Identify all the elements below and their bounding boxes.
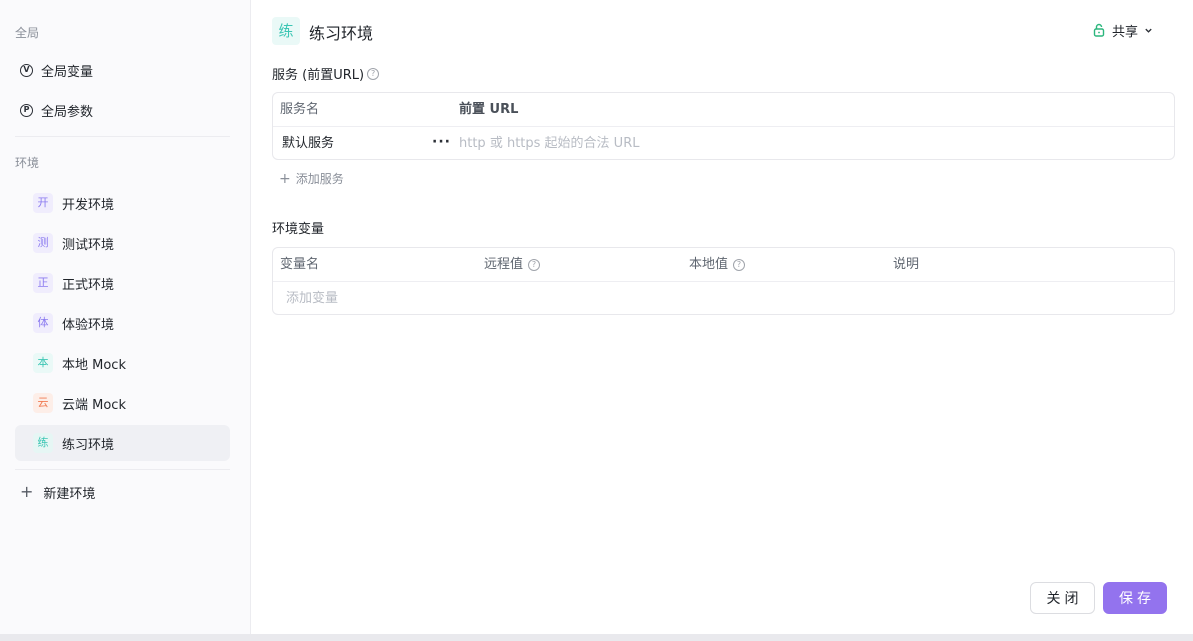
env-badge: 练 [33,433,53,453]
sidebar-item-global-params[interactable]: P 全局参数 [15,92,230,128]
sidebar-item-label: 测试环境 [62,237,115,253]
section-title-env: 环境 [15,156,40,170]
column-header-label: 本地值 [689,257,729,272]
parameter-icon: P [20,103,33,117]
new-env-label: 新建环境 [43,486,96,502]
help-icon[interactable]: ? [733,258,746,271]
sidebar-item-env-practice[interactable]: 练 练习环境 [15,425,230,461]
help-icon[interactable]: ? [367,67,380,80]
sidebar-item-global-variables[interactable]: V 全局变量 [15,52,230,88]
new-env-button[interactable]: + 新建环境 [15,474,230,510]
sidebar-item-env-dev[interactable]: 开 开发环境 [15,185,230,221]
divider [15,469,230,470]
env-badge: 开 [33,193,53,213]
sidebar-item-label: 开发环境 [62,197,115,213]
service-url-input[interactable]: http 或 https 起始的合法 URL [459,127,639,160]
column-header: 说明 [893,257,920,272]
env-header-badge: 练 [272,17,300,45]
unlock-icon [1092,23,1106,37]
section-title-global: 全局 [15,26,40,40]
service-name-input[interactable]: 默认服务 [282,127,334,160]
chevron-down-icon [1144,26,1153,35]
sidebar-item-label: 全局参数 [41,104,94,120]
table-row: 添加变量 [273,281,1174,314]
services-title-text: 服务 (前置URL) [272,68,365,83]
sidebar-item-env-test[interactable]: 测 测试环境 [15,225,230,261]
table-row: 默认服务 ··· http 或 https 起始的合法 URL [273,126,1174,159]
more-icon[interactable]: ··· [432,127,451,158]
sidebar-item-env-cloud-mock[interactable]: 云 云端 Mock [15,385,230,421]
plus-icon: + [279,170,291,187]
sidebar-item-label: 正式环境 [62,277,115,293]
sidebar-item-label: 体验环境 [62,317,115,333]
sidebar-item-label: 本地 Mock [62,357,126,373]
table-header-row: 变量名 远程值 ? 本地值 ? 说明 [273,248,1174,281]
divider [15,136,230,137]
column-header: 前置 URL [459,102,519,117]
column-header-remote: 远程值 ? [484,248,541,281]
sidebar: 全局 V 全局变量 P 全局参数 环境 开 开发环境 测 测试环境 正 正式环境… [0,0,251,634]
env-badge: 本 [33,353,53,373]
env-badge: 云 [33,393,53,413]
column-header-local: 本地值 ? [689,248,746,281]
env-vars-table: 变量名 远程值 ? 本地值 ? 说明 添加变量 [272,247,1175,315]
env-badge: 正 [33,273,53,293]
column-header: 服务名 [280,102,320,117]
add-service-button[interactable]: + 添加服务 [279,170,344,187]
close-button[interactable]: 关闭 [1030,582,1095,614]
sidebar-item-env-local-mock[interactable]: 本 本地 Mock [15,345,230,381]
sidebar-item-label: 全局变量 [41,64,94,80]
share-label: 共享 [1112,24,1139,40]
plus-icon: + [20,482,34,501]
env-badge: 测 [33,233,53,253]
bottom-scroll-strip [0,634,1193,641]
sidebar-item-env-trial[interactable]: 体 体验环境 [15,305,230,341]
env-vars-title: 环境变量 [272,222,325,237]
sidebar-item-label: 云端 Mock [62,397,126,413]
add-service-label: 添加服务 [295,172,344,186]
save-button[interactable]: 保存 [1103,582,1167,614]
sidebar-item-env-prod[interactable]: 正 正式环境 [15,265,230,301]
services-table: 服务名 前置 URL 默认服务 ··· http 或 https 起始的合法 U… [272,92,1175,160]
services-title: 服务 (前置URL) ? [272,64,380,83]
page-title: 练习环境 [309,24,374,43]
env-badge: 体 [33,313,53,333]
column-header-label: 远程值 [484,257,524,272]
help-icon[interactable]: ? [528,258,541,271]
column-header: 变量名 [280,257,320,272]
table-header-row: 服务名 前置 URL [273,93,1174,126]
share-dropdown[interactable]: 共享 [1092,20,1153,40]
add-variable-input[interactable]: 添加变量 [286,282,338,315]
sidebar-item-label: 练习环境 [62,437,115,453]
variable-icon: V [20,63,33,77]
